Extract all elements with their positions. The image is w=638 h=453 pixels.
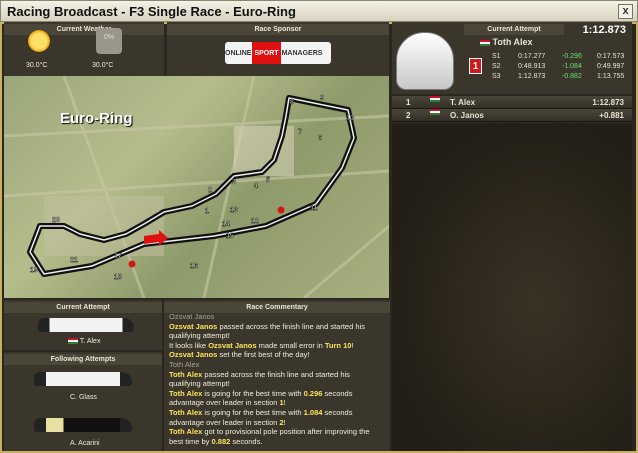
track-name: Euro-Ring: [60, 110, 133, 127]
standings-time: 1:12.873: [592, 98, 624, 107]
sponsor-header: Race Sponsor: [167, 24, 389, 35]
commentary-driver-header: Ozsvat Janos: [169, 312, 215, 321]
sponsor-panel: Race Sponsor ONLINE SPORT MANAGERS: [167, 22, 389, 76]
commentary-driver-header: Toth Alex: [169, 359, 200, 369]
sector-value: 1:12.873: [518, 73, 546, 80]
corner-number: 11: [310, 205, 318, 212]
commentary-line: Toth Alex got to provisional pole positi…: [169, 427, 370, 446]
corner-number: 19: [30, 267, 38, 274]
standings-pos: 1: [406, 98, 411, 107]
corner-number: 10: [346, 115, 354, 122]
commentary-panel[interactable]: Race Commentary Ozsvat Janos Ozsvat Janos…: [164, 300, 390, 451]
current-car-driver-name: T. Alex: [79, 338, 101, 345]
corner-number: 6: [318, 135, 322, 142]
corner-number: 21: [70, 257, 78, 264]
sector-value: S1: [492, 53, 501, 60]
race-car-icon: [38, 318, 134, 332]
standings-driver: O. Janos: [450, 111, 484, 120]
background-art: [392, 124, 632, 451]
helmet-icon: [396, 32, 454, 90]
commentary-line: It looks like Ozsvat Janos made small er…: [169, 340, 354, 350]
hungary-flag-icon: [430, 96, 440, 102]
sector-value: -0.296: [562, 53, 582, 60]
commentary-line: Toth Alex is going for the best time wit…: [169, 388, 353, 408]
race-car-icon: [34, 372, 132, 386]
window-title: Racing Broadcast - F3 Single Race - Euro…: [7, 4, 296, 19]
corner-number: 20: [52, 217, 60, 224]
standings-time: +0.881: [599, 111, 624, 120]
forecast-percent: 0%: [103, 34, 115, 41]
commentary-line: Ozsvat Janos set the first best of the d…: [169, 350, 310, 360]
current-attempt-car-panel: Current Attempt T. Alex: [4, 300, 162, 350]
following-attempts-panel: Following Attempts C. Glass A. Acarini: [4, 352, 162, 451]
sector-value: 0:48.913: [518, 63, 546, 70]
hungary-flag-icon: [480, 39, 490, 46]
weather-header: Current Weather: [4, 24, 164, 35]
sector-value: 0:49.997: [597, 63, 625, 70]
attempt-driver: Toth Alex: [480, 37, 533, 47]
following-header: Following Attempts: [4, 354, 162, 365]
corner-number: 12: [251, 218, 259, 225]
corner-number: 14: [222, 221, 230, 228]
sponsor-logo-left: ONLINE: [225, 49, 252, 57]
current-attempt-small-header: Current Attempt: [4, 302, 162, 313]
track-map: 1 2 3 4 5 6 7 8 9 10 11 12 13 14 15 16 17 18 19 20 21 Euro-R…: [4, 76, 389, 298]
corner-number: 18: [114, 274, 122, 281]
car-marker: [128, 260, 136, 268]
corner-number: 15: [226, 233, 234, 240]
hungary-flag-icon: [430, 109, 440, 115]
corner-number: 8: [290, 99, 294, 106]
current-temperature: 30.0°C: [26, 62, 48, 69]
sector-value: 0:17.573: [597, 53, 625, 60]
following-driver: A. Acarini: [70, 440, 100, 447]
sponsor-logo-right: MANAGERS: [281, 49, 323, 57]
corner-number: 3: [232, 179, 236, 186]
standings-table: 1 T. Alex 1:12.873 2 O. Janos +0.881: [392, 96, 632, 122]
sector-value: 0:17.277: [518, 53, 546, 60]
corner-number: 13: [230, 207, 238, 214]
forecast-temperature: 30.0°C: [92, 62, 114, 69]
attempt-driver-name: Toth Alex: [492, 37, 533, 47]
hungary-flag-icon: [68, 338, 78, 345]
corner-number: 1: [205, 208, 209, 215]
position-badge: 1: [469, 58, 482, 74]
current-attempt-header: Current Attempt: [464, 24, 564, 35]
sector-value: S2: [492, 63, 501, 70]
standings-pos: 2: [406, 111, 411, 120]
sun-icon: [28, 30, 50, 52]
sector-value: -0.882: [562, 73, 582, 80]
following-driver: C. Glass: [70, 394, 97, 401]
standings-driver: T. Alex: [450, 98, 476, 107]
weather-panel: Current Weather 30.0°C 0% 30.0°C: [4, 22, 164, 76]
cloud-icon: 0%: [96, 28, 122, 54]
current-attempt-panel: Current Attempt 1:12.873 Toth Alex 1 S1 0…: [392, 22, 632, 94]
attempt-time: 1:12.873: [582, 24, 626, 36]
corner-number: 4: [254, 183, 258, 190]
close-button[interactable]: x: [618, 4, 633, 19]
corner-number: 17: [114, 253, 122, 260]
corner-number: 5: [266, 177, 270, 184]
commentary-line: Ozsvat Janos passed across the finish li…: [169, 321, 365, 341]
standings-row[interactable]: 1 T. Alex 1:12.873: [392, 96, 632, 109]
corner-number: 7: [298, 129, 302, 136]
standings-row[interactable]: 2 O. Janos +0.881: [392, 109, 632, 122]
sector-value: -1.084: [562, 63, 582, 70]
current-car-driver: T. Alex: [68, 338, 100, 345]
commentary-line: Toth Alex is going for the best time wit…: [169, 407, 353, 427]
sponsor-logo-mid: SPORT: [252, 42, 281, 64]
sector-value: 1:13.755: [597, 73, 625, 80]
commentary-line: Toth Alex passed across the finish line …: [169, 369, 350, 389]
corner-number: 16: [190, 263, 198, 270]
corner-number: 2: [208, 187, 212, 194]
window-titlebar: Racing Broadcast - F3 Single Race - Euro…: [0, 0, 638, 22]
car-marker: [277, 206, 285, 214]
corner-number: 9: [320, 95, 324, 102]
sponsor-logo: ONLINE SPORT MANAGERS: [225, 42, 331, 64]
commentary-log: Ozsvat Janos Ozsvat Janos passed across t…: [169, 312, 383, 446]
sector-value: S3: [492, 73, 501, 80]
race-car-icon: [34, 418, 132, 432]
